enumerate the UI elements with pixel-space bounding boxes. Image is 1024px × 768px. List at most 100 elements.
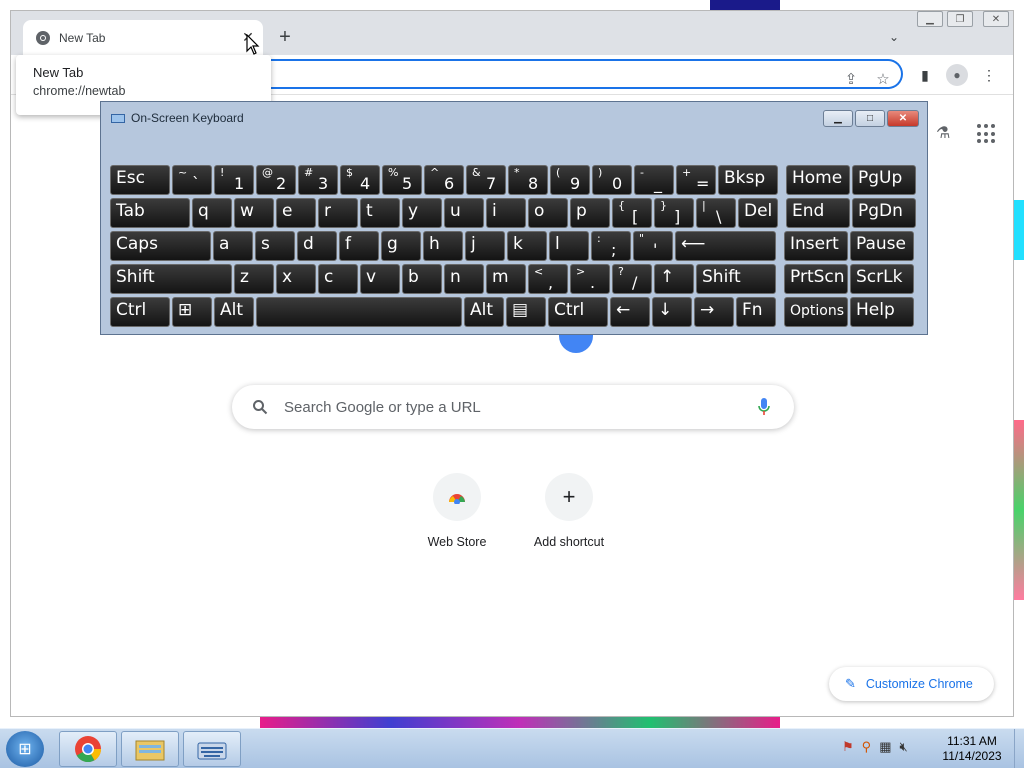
google-apps-icon[interactable] bbox=[977, 124, 997, 144]
key-n[interactable]: n bbox=[444, 264, 484, 294]
search-box[interactable]: Search Google or type a URL bbox=[232, 385, 794, 429]
action-center-flag-icon[interactable]: ⚑ bbox=[842, 739, 854, 755]
key-caps[interactable]: Caps bbox=[110, 231, 211, 261]
key-symbol[interactable]: → bbox=[694, 297, 734, 327]
key-alt[interactable]: Alt bbox=[464, 297, 504, 327]
key-symbol[interactable]: ← bbox=[610, 297, 650, 327]
taskbar-explorer-button[interactable] bbox=[121, 731, 179, 767]
key-s[interactable]: s bbox=[255, 231, 295, 261]
search-icon[interactable]: ⚲ bbox=[862, 739, 872, 755]
key-r[interactable]: r bbox=[318, 198, 358, 228]
key-esc[interactable]: Esc bbox=[110, 165, 170, 195]
key-7[interactable]: & 7 bbox=[466, 165, 506, 195]
key-space[interactable] bbox=[256, 297, 462, 327]
key-9[interactable]: (9 bbox=[550, 165, 590, 195]
start-button-windows-icon[interactable]: ⊞ bbox=[6, 731, 44, 767]
key-home[interactable]: Home bbox=[786, 165, 850, 195]
key-scrlk[interactable]: ScrLk bbox=[850, 264, 914, 294]
key-2[interactable]: @2 bbox=[256, 165, 296, 195]
key-symbol[interactable]: ~ ` bbox=[172, 165, 212, 195]
key-a[interactable]: a bbox=[213, 231, 253, 261]
key-k[interactable]: k bbox=[507, 231, 547, 261]
key-symbol[interactable]: | \ bbox=[696, 198, 736, 228]
key-symbol[interactable]: ▤ bbox=[506, 297, 546, 327]
voice-search-mic-icon[interactable] bbox=[754, 397, 774, 417]
tab-new-tab[interactable]: New Tab ✕ bbox=[23, 20, 263, 55]
key-symbol[interactable]: :; bbox=[591, 231, 631, 261]
side-panel-icon[interactable]: ▮ bbox=[914, 64, 936, 86]
key-bksp[interactable]: Bksp bbox=[718, 165, 778, 195]
profile-avatar-icon[interactable]: ● bbox=[946, 64, 968, 86]
restore-icon[interactable]: ❐ bbox=[947, 11, 973, 27]
key-tab[interactable]: Tab bbox=[110, 198, 190, 228]
key-m[interactable]: m bbox=[486, 264, 526, 294]
close-icon[interactable]: ✕ bbox=[887, 110, 919, 127]
key-0[interactable]: ) 0 bbox=[592, 165, 632, 195]
key-symbol[interactable]: >. bbox=[570, 264, 610, 294]
key-insert[interactable]: Insert bbox=[784, 231, 848, 261]
shortcut-add[interactable]: + Add shortcut bbox=[513, 473, 625, 549]
shortcut-web-store[interactable]: Web Store bbox=[401, 473, 513, 549]
maximize-icon[interactable]: □ bbox=[855, 110, 885, 127]
key-fn[interactable]: Fn bbox=[736, 297, 776, 327]
key-end[interactable]: End bbox=[786, 198, 850, 228]
minimize-icon[interactable]: ▁ bbox=[917, 11, 943, 27]
key-d[interactable]: d bbox=[297, 231, 337, 261]
key-i[interactable]: i bbox=[486, 198, 526, 228]
key-symbol[interactable]: + = bbox=[676, 165, 716, 195]
network-icon[interactable]: ▦ bbox=[879, 739, 891, 755]
key-prtscn[interactable]: PrtScn bbox=[784, 264, 848, 294]
key-shift[interactable]: Shift bbox=[110, 264, 232, 294]
key-symbol[interactable]: - _ bbox=[634, 165, 674, 195]
key-symbol[interactable]: ⟵ bbox=[675, 231, 776, 261]
bookmark-star-icon[interactable]: ☆ bbox=[873, 69, 893, 89]
key-o[interactable]: o bbox=[528, 198, 568, 228]
key-symbol[interactable]: ⊞ bbox=[172, 297, 212, 327]
key-3[interactable]: #3 bbox=[298, 165, 338, 195]
key-symbol[interactable]: " ' bbox=[633, 231, 673, 261]
key-5[interactable]: % 5 bbox=[382, 165, 422, 195]
taskbar-chrome-button[interactable] bbox=[59, 731, 117, 767]
show-desktop-button[interactable] bbox=[1014, 729, 1024, 768]
key-l[interactable]: l bbox=[549, 231, 589, 261]
key-4[interactable]: $4 bbox=[340, 165, 380, 195]
close-window-icon[interactable]: ✕ bbox=[983, 11, 1009, 27]
key-p[interactable]: p bbox=[570, 198, 610, 228]
menu-kebab-icon[interactable]: ⋮ bbox=[978, 64, 1000, 86]
key-q[interactable]: q bbox=[192, 198, 232, 228]
minimize-icon[interactable]: ▁ bbox=[823, 110, 853, 127]
key-del[interactable]: Del bbox=[738, 198, 778, 228]
key-x[interactable]: x bbox=[276, 264, 316, 294]
key-shift[interactable]: Shift bbox=[696, 264, 776, 294]
new-tab-button[interactable]: + bbox=[273, 25, 297, 49]
key-symbol[interactable]: <, bbox=[528, 264, 568, 294]
key-e[interactable]: e bbox=[276, 198, 316, 228]
key-symbol[interactable]: {[ bbox=[612, 198, 652, 228]
key-g[interactable]: g bbox=[381, 231, 421, 261]
key-c[interactable]: c bbox=[318, 264, 358, 294]
key-1[interactable]: ! 1 bbox=[214, 165, 254, 195]
key-f[interactable]: f bbox=[339, 231, 379, 261]
key-ctrl[interactable]: Ctrl bbox=[110, 297, 170, 327]
customize-chrome-button[interactable]: ✎ Customize Chrome bbox=[829, 667, 994, 701]
taskbar-osk-button[interactable] bbox=[183, 731, 241, 767]
key-u[interactable]: u bbox=[444, 198, 484, 228]
key-pause[interactable]: Pause bbox=[850, 231, 914, 261]
key-pgdn[interactable]: PgDn bbox=[852, 198, 916, 228]
key-6[interactable]: ^ 6 bbox=[424, 165, 464, 195]
taskbar-clock[interactable]: 11:31 AM 11/14/2023 bbox=[940, 734, 1004, 764]
key-help[interactable]: Help bbox=[850, 297, 914, 327]
key-symbol[interactable]: ? / bbox=[612, 264, 652, 294]
address-bar[interactable]: ⇪ ☆ bbox=[241, 59, 903, 89]
key-z[interactable]: z bbox=[234, 264, 274, 294]
key-v[interactable]: v bbox=[360, 264, 400, 294]
key-8[interactable]: * 8 bbox=[508, 165, 548, 195]
key-symbol[interactable]: ↓ bbox=[652, 297, 692, 327]
key-options[interactable]: Options bbox=[784, 297, 848, 327]
key-j[interactable]: j bbox=[465, 231, 505, 261]
volume-muted-icon[interactable]: 🔇︎ bbox=[899, 739, 907, 755]
key-alt[interactable]: Alt bbox=[214, 297, 254, 327]
key-w[interactable]: w bbox=[234, 198, 274, 228]
key-symbol[interactable]: ↑ bbox=[654, 264, 694, 294]
key-ctrl[interactable]: Ctrl bbox=[548, 297, 608, 327]
